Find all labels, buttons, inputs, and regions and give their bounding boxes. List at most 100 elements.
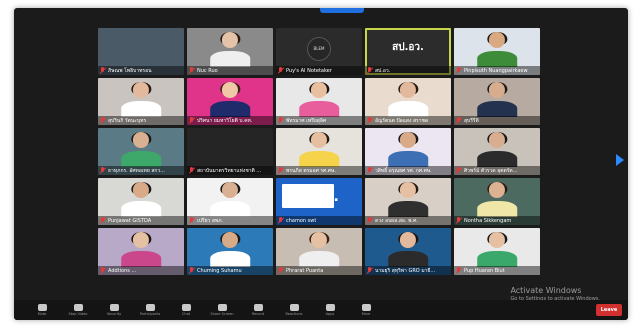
video-camera-icon bbox=[73, 304, 83, 311]
participant-body bbox=[210, 251, 250, 267]
participant-name: ศิวพร์ม์ ตัวรวด อุตตรัต... bbox=[464, 167, 518, 174]
participant-tile[interactable]: ภิษณพ โพธิบาทรอน bbox=[98, 28, 184, 75]
participant-tile[interactable]: MSC. chamon swt bbox=[276, 178, 362, 225]
participant-tile[interactable]: Chuming Suhamu bbox=[187, 228, 273, 275]
participant-video-feed bbox=[210, 231, 250, 267]
participant-name-bar: Pinpisuth Nuangpairkaew bbox=[454, 66, 540, 75]
participant-tile[interactable]: เปรียว สพภ. bbox=[187, 178, 273, 225]
participant-name-bar: นามยุริ สุทุริพา GRO มายี... bbox=[365, 266, 451, 275]
toolbar-button-label: Apps bbox=[325, 312, 335, 316]
participant-name-bar: อัญรัตนต ปัลแสง สราชด bbox=[365, 116, 451, 125]
apps-icon bbox=[325, 304, 335, 311]
more-button[interactable]: More bbox=[348, 300, 384, 320]
participant-tile[interactable]: Nuc Ruo bbox=[187, 28, 273, 75]
participant-name-bar: พรนภิส ตรมอศ รศ.ศษ. bbox=[276, 166, 362, 175]
muted-microphone-icon bbox=[367, 167, 373, 174]
participant-face bbox=[132, 82, 150, 99]
participant-tile[interactable]: Nontha Sikkengam bbox=[454, 178, 540, 225]
participant-tile[interactable]: สุบรีรีดิ bbox=[454, 78, 540, 125]
participant-tile[interactable]: พัทรมาศ เพรียสุลิศ bbox=[276, 78, 362, 125]
participant-video-feed bbox=[121, 81, 161, 117]
participant-tile[interactable]: สป.อว. สป.อว. bbox=[365, 28, 451, 75]
participant-name: สป.อว. bbox=[375, 67, 391, 74]
apps-button[interactable]: Apps bbox=[312, 300, 348, 320]
participant-tile[interactable]: วสิทธิ์ อรุณยศ รศ. กศ.ศษ. bbox=[365, 128, 451, 175]
participant-face bbox=[221, 32, 239, 49]
participant-name-bar: Punjawat GISTDA bbox=[98, 216, 184, 225]
participant-tile[interactable]: พรนภิส ตรมอศ รศ.ศษ. bbox=[276, 128, 362, 175]
participants-icon bbox=[145, 304, 155, 311]
participant-tile[interactable]: BLEM Puy's AI Notetaker bbox=[276, 28, 362, 75]
shield-icon bbox=[109, 304, 119, 311]
reactions-button[interactable]: Reactions bbox=[276, 300, 312, 320]
muted-microphone-icon bbox=[456, 217, 462, 224]
participant-tile[interactable]: Punjawat GISTDA bbox=[98, 178, 184, 225]
chat-button[interactable]: Chat bbox=[168, 300, 204, 320]
muted-microphone-icon bbox=[189, 67, 195, 74]
participant-name: chamon swt bbox=[286, 217, 317, 224]
watermark-title: Activate Windows bbox=[510, 286, 582, 295]
participant-tile[interactable]: สุปรินกิ รัตนะบุทร bbox=[98, 78, 184, 125]
stop-video-button[interactable]: Stop Video bbox=[60, 300, 96, 320]
toolbar-button-label: Reactions bbox=[285, 312, 303, 316]
more-icon bbox=[361, 304, 371, 311]
participant-name-bar: Chuming Suhamu bbox=[187, 266, 273, 275]
share-screen-icon bbox=[217, 304, 227, 311]
participant-name-bar: เปรียว สพภ. bbox=[187, 216, 273, 225]
participant-video-feed bbox=[388, 131, 428, 167]
muted-microphone-icon bbox=[456, 67, 462, 74]
participant-tile[interactable]: ธาทุภกร. อัศทอเทย สกว... bbox=[98, 128, 184, 175]
toolbar-button-label: Chat bbox=[181, 312, 191, 316]
toolbar-button-label: Record bbox=[251, 312, 265, 316]
participant-tile[interactable]: Pup Huaran Biut bbox=[454, 228, 540, 275]
participant-name: Nontha Sikkengam bbox=[464, 217, 512, 224]
participant-tile[interactable]: Pinpisuth Nuangpairkaew bbox=[454, 28, 540, 75]
participant-face bbox=[221, 182, 239, 199]
participant-face bbox=[310, 132, 328, 149]
participant-name: Pup Huaran Biut bbox=[464, 267, 505, 274]
participant-video-feed bbox=[121, 231, 161, 267]
reactions-icon bbox=[289, 304, 299, 311]
muted-microphone-icon bbox=[100, 267, 106, 274]
participant-name: สุปรินกิ รัตนะบุทร bbox=[108, 117, 147, 124]
participant-tile[interactable]: Addtions ... bbox=[98, 228, 184, 275]
participant-face bbox=[310, 82, 328, 99]
participant-tile[interactable]: Phrarat Puanta bbox=[276, 228, 362, 275]
participant-name-bar: Puy's AI Notetaker bbox=[276, 66, 362, 75]
participant-body bbox=[477, 151, 517, 167]
notetaker-logo-icon: BLEM bbox=[307, 37, 331, 61]
muted-microphone-icon bbox=[278, 167, 284, 174]
participants-button[interactable]: Participants bbox=[132, 300, 168, 320]
participant-tile[interactable]: สถาบันมาตรวิทยาแห่งชาติ ... bbox=[187, 128, 273, 175]
participant-tile[interactable]: นามยุริ สุทุริพา GRO มายี... bbox=[365, 228, 451, 275]
virtual-background-text: MSC. bbox=[299, 189, 339, 205]
muted-microphone-icon bbox=[456, 267, 462, 274]
mute-button[interactable]: Mute bbox=[24, 300, 60, 320]
participant-name-bar: ปริศนา ยมหาวิโยติ บ.คห. bbox=[187, 116, 273, 125]
share-screen-button[interactable]: Share Screen bbox=[204, 300, 240, 320]
participant-body bbox=[477, 251, 517, 267]
participant-video-feed bbox=[299, 81, 339, 117]
participant-name-card: สป.อว. bbox=[392, 42, 424, 53]
participant-face bbox=[488, 132, 506, 149]
toolbar-button-label: Mute bbox=[37, 312, 47, 316]
participant-face bbox=[399, 232, 417, 249]
toolbar-button-label: Security bbox=[106, 312, 122, 316]
muted-microphone-icon bbox=[367, 217, 373, 224]
participant-tile[interactable]: ปริศนา ยมหาวิโยติ บ.คห. bbox=[187, 78, 273, 125]
security-button[interactable]: Security bbox=[96, 300, 132, 320]
muted-microphone-icon bbox=[100, 217, 106, 224]
participant-tile[interactable]: ศิวพร์ม์ ตัวรวด อุตตรัต... bbox=[454, 128, 540, 175]
participant-tile[interactable]: อัญรัตนต ปัลแสง สราชด bbox=[365, 78, 451, 125]
participant-face bbox=[132, 132, 150, 149]
leave-button[interactable]: Leave bbox=[596, 304, 622, 316]
participant-name: นามยุริ สุทุริพา GRO มายี... bbox=[375, 267, 436, 274]
muted-microphone-icon bbox=[278, 267, 284, 274]
participant-body bbox=[388, 151, 428, 167]
participant-tile[interactable]: ดวง อบผล.สอ. พ.ศ. bbox=[365, 178, 451, 225]
participant-video-feed bbox=[210, 31, 250, 67]
participant-name-bar: สุปรินกิ รัตนะบุทร bbox=[98, 116, 184, 125]
next-page-arrow-icon[interactable] bbox=[616, 154, 624, 166]
participant-name-bar: Addtions ... bbox=[98, 266, 184, 275]
record-button[interactable]: Record bbox=[240, 300, 276, 320]
